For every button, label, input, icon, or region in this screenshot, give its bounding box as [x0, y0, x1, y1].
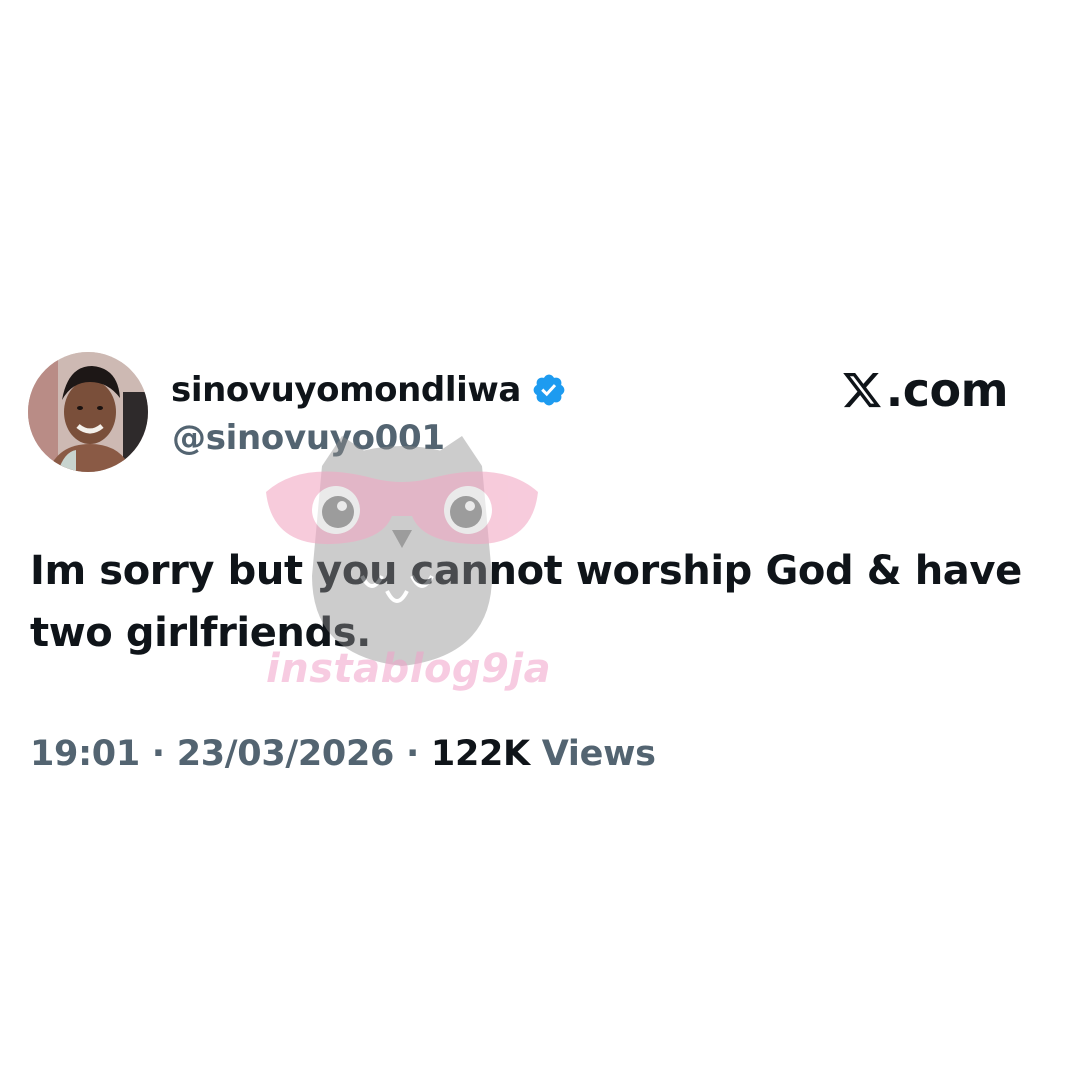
author-name-row: sinovuyomondliwa [171, 368, 567, 412]
tweet-card: sinovuyomondliwa @sinovuyo001 .com Im so… [0, 0, 1080, 1078]
author-handle[interactable]: @sinovuyo001 [172, 418, 445, 458]
tweet-date[interactable]: 23/03/2026 [177, 734, 395, 774]
verified-badge-icon [531, 372, 567, 408]
views-label: Views [529, 734, 656, 774]
x-brand: .com [840, 362, 1009, 418]
tweet-text: Im sorry but you cannot worship God & ha… [30, 548, 1022, 656]
tweet-meta: 19:01 · 23/03/2026 · 122K Views [30, 734, 656, 774]
avatar-photo [28, 352, 148, 472]
avatar[interactable] [28, 352, 148, 472]
meta-separator: · [394, 734, 431, 774]
author-display-name[interactable]: sinovuyomondliwa [171, 370, 521, 410]
tweet-time[interactable]: 19:01 [30, 734, 140, 774]
meta-separator: · [139, 734, 177, 774]
views-count[interactable]: 122K [431, 734, 530, 774]
brand-domain-text: .com [885, 363, 1009, 417]
x-logo-icon [840, 369, 884, 411]
